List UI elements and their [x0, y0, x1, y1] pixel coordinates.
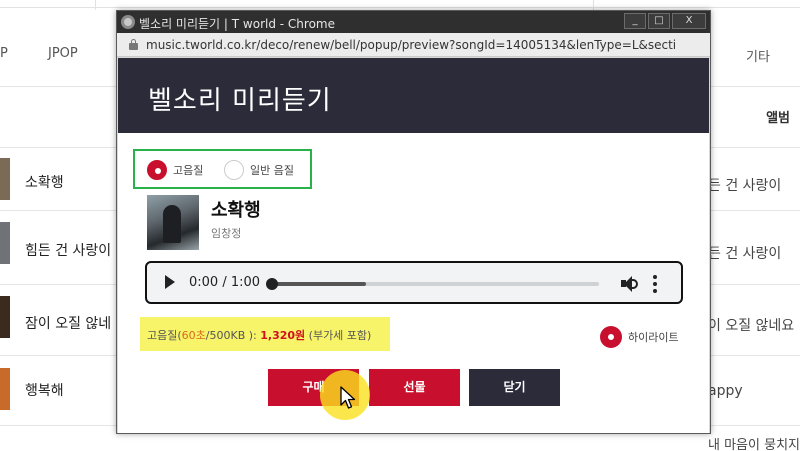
- url-text[interactable]: music.tworld.co.kr/deco/renew/bell/popup…: [146, 38, 701, 52]
- genre-tab-etc[interactable]: 기타: [746, 46, 770, 65]
- gift-button[interactable]: 선물: [369, 369, 460, 406]
- quality-label-normal: 일반 음질: [250, 164, 294, 177]
- highlight-label: 하이라이트: [628, 331, 679, 344]
- window-title: 벨소리 미리듣기 | T world - Chrome: [139, 17, 335, 31]
- playback-time: 0:00 / 1:00: [189, 275, 261, 290]
- play-icon[interactable]: [165, 275, 175, 289]
- popup-header: 벨소리 미리듣기: [118, 58, 709, 133]
- volume-icon[interactable]: [621, 275, 639, 293]
- address-bar[interactable]: music.tworld.co.kr/deco/renew/bell/popup…: [117, 33, 710, 57]
- genre-tab-jpop[interactable]: JPOP: [48, 46, 78, 61]
- album-thumbnail: [0, 296, 10, 338]
- album-title-row-3[interactable]: 이 오질 않네요: [708, 315, 800, 335]
- minimize-button[interactable]: _: [624, 13, 646, 29]
- quality-selector: 고음질 일반 음질: [133, 149, 312, 189]
- cursor-icon: [340, 386, 356, 409]
- highlight-option[interactable]: 하이라이트: [600, 326, 679, 348]
- price-suffix: (부가세 포함): [305, 329, 372, 342]
- song-title-row-4[interactable]: 행복해: [25, 380, 64, 400]
- album-art: [147, 195, 199, 250]
- album-thumbnail: [0, 368, 10, 410]
- price-size: /500KB ):: [205, 329, 261, 342]
- song-title: 소확행: [211, 200, 261, 221]
- lock-icon: [129, 39, 138, 50]
- price-text: 고음질(60초/500KB ): 1,320원 (부가세 포함): [147, 327, 371, 343]
- seek-bar[interactable]: [271, 282, 599, 286]
- window-titlebar[interactable]: 벨소리 미리듣기 | T world - Chrome _ □ X: [117, 11, 710, 33]
- song-title-row-2[interactable]: 힘든 건 사랑이: [25, 240, 111, 260]
- price-duration: 60초: [181, 329, 206, 342]
- song-artist: 임창정: [211, 227, 242, 240]
- radio-selected-icon[interactable]: [147, 160, 167, 180]
- album-title-row-4[interactable]: appy: [708, 383, 800, 399]
- popup-body: 고음질 일반 음질 소확행 임창정 0:00 / 1:00 고음질(60초/50…: [118, 133, 709, 433]
- audio-player: 0:00 / 1:00: [145, 261, 683, 304]
- buffered-progress: [271, 282, 366, 286]
- price-info: 고음질(60초/500KB ): 1,320원 (부가세 포함): [140, 317, 390, 351]
- quality-label-high: 고음질: [173, 164, 204, 177]
- radio-unselected-icon[interactable]: [224, 160, 244, 180]
- genre-tab-pop[interactable]: P: [0, 46, 8, 61]
- seek-handle[interactable]: [266, 278, 278, 290]
- close-button[interactable]: 닫기: [469, 369, 560, 406]
- maximize-button[interactable]: □: [648, 13, 670, 29]
- radio-selected-icon[interactable]: [600, 326, 622, 348]
- quality-option-normal[interactable]: 일반 음질: [224, 160, 294, 180]
- window-controls: _ □ X: [624, 13, 706, 29]
- top-divider: [0, 0, 800, 8]
- song-title-row-3[interactable]: 잠이 오질 않네: [25, 313, 111, 333]
- album-title-row-2[interactable]: 든 건 사랑이: [708, 243, 800, 263]
- album-thumbnail: [0, 222, 10, 264]
- price-prefix: 고음질(: [147, 329, 182, 342]
- chrome-logo-icon: [121, 15, 135, 29]
- album-title-row-1[interactable]: 든 건 사랑이: [708, 175, 800, 195]
- tab-divider: [95, 0, 96, 10]
- album-column-header: 앨범: [766, 111, 790, 126]
- popup-title: 벨소리 미리듣기: [148, 86, 332, 116]
- preview-popup-window: 벨소리 미리듣기 | T world - Chrome _ □ X music.…: [116, 10, 711, 434]
- quality-option-high[interactable]: 고음질: [147, 160, 203, 180]
- tab-divider: [593, 0, 594, 10]
- more-vert-icon[interactable]: [653, 275, 657, 293]
- close-window-button[interactable]: X: [672, 13, 706, 29]
- album-thumbnail: [0, 158, 10, 200]
- album-title-row-5[interactable]: 내 마음이 뭉치지: [708, 434, 800, 451]
- price-amount: 1,320원: [260, 329, 306, 342]
- song-title-row-1[interactable]: 소확행: [25, 172, 64, 192]
